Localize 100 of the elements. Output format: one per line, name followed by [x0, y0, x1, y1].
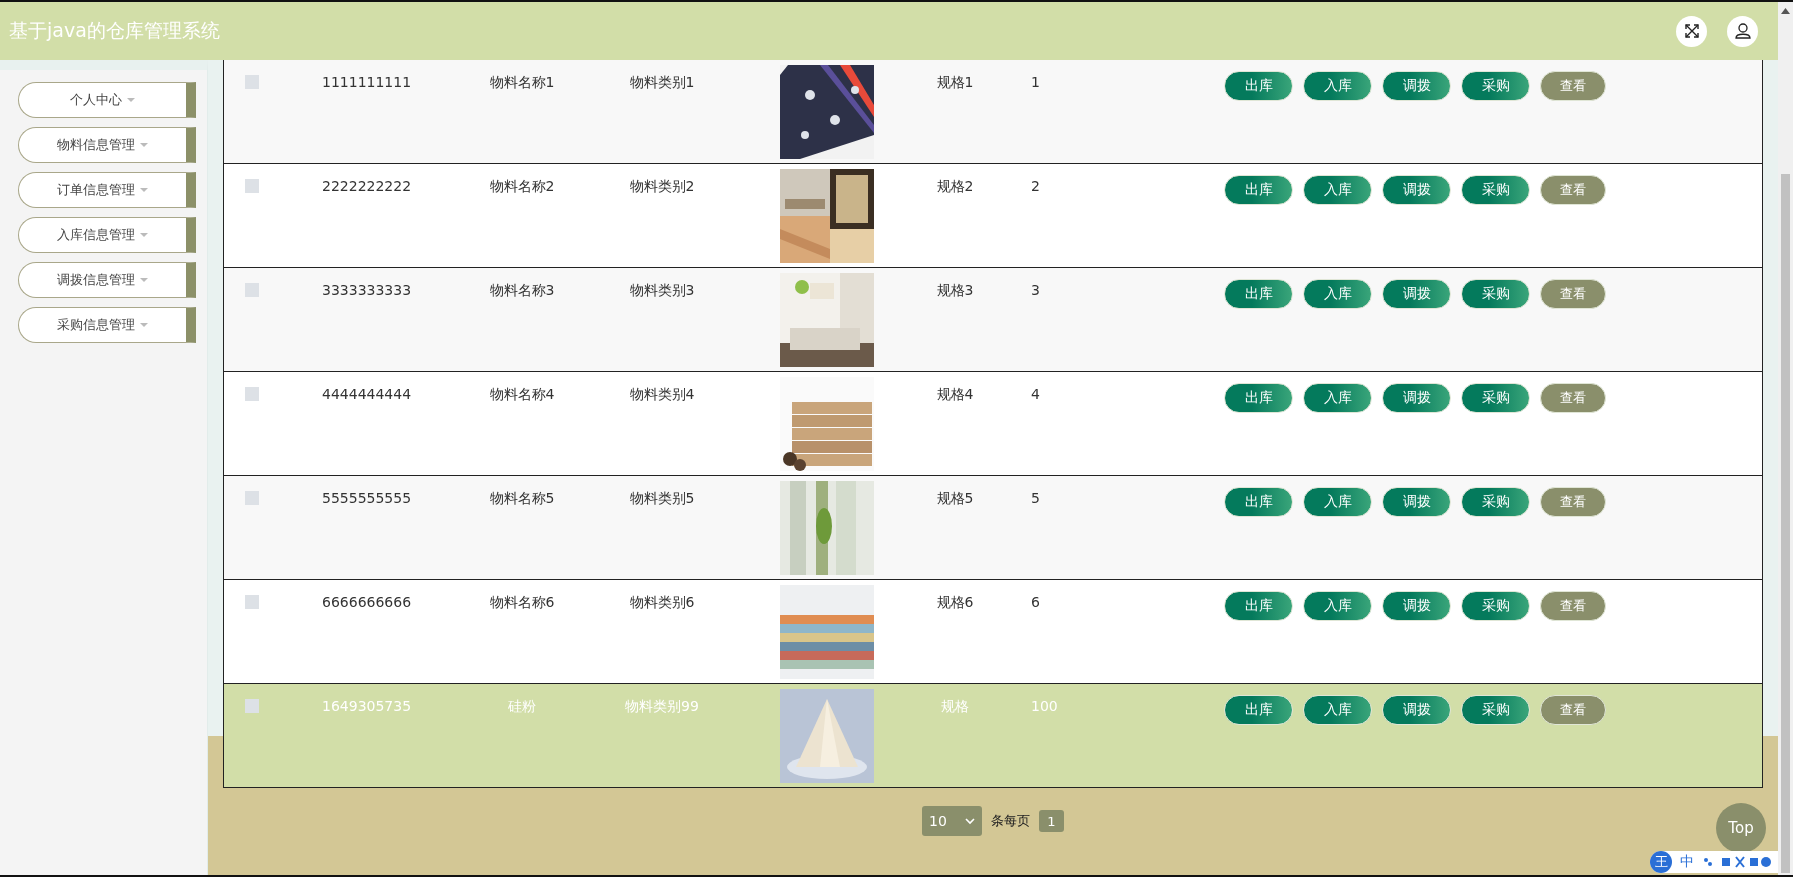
action-button[interactable]: 调拨: [1382, 175, 1451, 205]
sidebar-item[interactable]: 订单信息管理: [18, 172, 196, 208]
action-button[interactable]: 入库: [1303, 175, 1372, 205]
table-cell: 物料类别3: [629, 282, 695, 298]
action-button[interactable]: 入库: [1303, 487, 1372, 517]
action-button[interactable]: 查看: [1540, 175, 1606, 205]
action-button[interactable]: 采购: [1461, 487, 1530, 517]
table-cell: 6: [1031, 594, 1040, 610]
table-cell: 6666666666: [322, 594, 412, 610]
action-button[interactable]: 出库: [1224, 591, 1293, 621]
table-cell: 物料类别5: [629, 490, 695, 506]
row-checkbox[interactable]: [245, 595, 259, 609]
sidebar-item[interactable]: 调拨信息管理: [18, 262, 196, 298]
action-button[interactable]: 查看: [1540, 383, 1606, 413]
table-cell: 物料类别6: [629, 594, 695, 610]
action-button[interactable]: 采购: [1461, 695, 1530, 725]
table-cell: 物料名称5: [489, 490, 555, 506]
action-button[interactable]: 调拨: [1382, 695, 1451, 725]
action-button[interactable]: 出库: [1224, 383, 1293, 413]
table-cell: 规格3: [936, 282, 974, 298]
table-cell: 3333333333: [322, 282, 412, 298]
table-cell: 物料类别1: [629, 74, 695, 90]
table-row[interactable]: 1111111111 物料名称1 物料类别1 规格1 1 出库 入库 调拨 采购 查看: [224, 60, 1762, 163]
table-cell: 物料名称3: [489, 282, 555, 298]
chevron-down-icon: [965, 817, 975, 825]
table-cell: 5555555555: [322, 490, 412, 506]
action-button[interactable]: 调拨: [1382, 71, 1451, 101]
table-cell: 物料名称1: [489, 74, 555, 90]
sidebar-item[interactable]: 采购信息管理: [18, 307, 196, 343]
table-cell: 物料名称4: [489, 386, 555, 402]
row-checkbox[interactable]: [245, 699, 259, 713]
action-button[interactable]: 查看: [1540, 695, 1606, 725]
table-row[interactable]: 2222222222 物料名称2 物料类别2 规格2 2 出库 入库 调拨 采购 查看: [224, 163, 1762, 267]
app-title: 基于java的仓库管理系统: [9, 18, 220, 43]
table-cell: 4444444444: [322, 386, 412, 402]
action-button[interactable]: 入库: [1303, 71, 1372, 101]
page-size-select[interactable]: 10: [922, 806, 982, 836]
user-icon[interactable]: [1727, 15, 1758, 47]
table-cell: 规格5: [936, 490, 974, 506]
action-button[interactable]: 采购: [1461, 279, 1530, 309]
table-cell: 2222222222: [322, 178, 412, 194]
action-button[interactable]: 调拨: [1382, 487, 1451, 517]
table-cell: 规格6: [936, 594, 974, 610]
row-checkbox[interactable]: [245, 387, 259, 401]
action-button[interactable]: 出库: [1224, 695, 1293, 725]
row-checkbox[interactable]: [245, 283, 259, 297]
action-button[interactable]: 调拨: [1382, 279, 1451, 309]
fullscreen-icon[interactable]: [1676, 15, 1707, 47]
action-button[interactable]: 入库: [1303, 383, 1372, 413]
caret-icon: [127, 98, 135, 102]
action-button[interactable]: 采购: [1461, 383, 1530, 413]
action-button[interactable]: 出库: [1224, 487, 1293, 517]
action-button[interactable]: 采购: [1461, 71, 1530, 101]
scrollbar-thumb[interactable]: [1781, 174, 1790, 873]
row-checkbox[interactable]: [245, 491, 259, 505]
table-cell: 规格4: [936, 386, 974, 402]
sidebar-item[interactable]: 入库信息管理: [18, 217, 196, 253]
table-row[interactable]: 1649305735 硅粉 物料类别99 规格 100 出库 入库 调拨 采购 查看: [224, 683, 1762, 787]
action-button[interactable]: 采购: [1461, 591, 1530, 621]
ime-item[interactable]: 王: [1650, 851, 1672, 873]
action-button[interactable]: 查看: [1540, 71, 1606, 101]
action-button[interactable]: 入库: [1303, 591, 1372, 621]
scroll-up-icon[interactable]: [1781, 8, 1790, 14]
table-cell: 规格: [941, 698, 969, 714]
table-row[interactable]: 6666666666 物料名称6 物料类别6 规格6 6 出库 入库 调拨 采购 查看: [224, 579, 1762, 683]
row-checkbox[interactable]: [245, 179, 259, 193]
action-button[interactable]: 入库: [1303, 279, 1372, 309]
action-button[interactable]: 采购: [1461, 175, 1530, 205]
sidebar-item[interactable]: 个人中心: [18, 82, 196, 118]
table-row[interactable]: 4444444444 物料名称4 物料类别4 规格4 4 出库 入库 调拨 采购 查看: [224, 371, 1762, 475]
action-button[interactable]: 调拨: [1382, 591, 1451, 621]
table-cell: 物料名称6: [489, 594, 555, 610]
action-button[interactable]: 调拨: [1382, 383, 1451, 413]
action-button[interactable]: 出库: [1224, 175, 1293, 205]
table-cell: 物料名称2: [489, 178, 555, 194]
table-cell: 5: [1031, 490, 1040, 506]
caret-icon: [140, 188, 148, 192]
page-button[interactable]: 1: [1039, 810, 1064, 832]
action-button[interactable]: 查看: [1540, 279, 1606, 309]
action-button[interactable]: 查看: [1540, 487, 1606, 517]
action-button[interactable]: 查看: [1540, 591, 1606, 621]
action-button[interactable]: 出库: [1224, 71, 1293, 101]
sidebar-item[interactable]: 物料信息管理: [18, 127, 196, 163]
back-to-top-button[interactable]: Top: [1716, 803, 1766, 853]
action-button[interactable]: 出库: [1224, 279, 1293, 309]
caret-icon: [140, 143, 148, 147]
row-checkbox[interactable]: [245, 75, 259, 89]
table-row[interactable]: 5555555555 物料名称5 物料类别5 规格5 5 出库 入库 调拨 采购 查看: [224, 475, 1762, 579]
ime-tools-icon[interactable]: [1702, 855, 1772, 869]
table-cell: 1649305735: [322, 698, 412, 714]
table-row[interactable]: 3333333333 物料名称3 物料类别3 规格3 3 出库 入库 调拨 采购 查看: [224, 267, 1762, 371]
scrollbar[interactable]: [1778, 2, 1793, 875]
table-cell: 规格1: [936, 74, 974, 90]
table-cell: 3: [1031, 282, 1040, 298]
table-cell: 物料类别99: [625, 698, 699, 714]
caret-icon: [140, 323, 148, 327]
ime-item[interactable]: 中: [1680, 853, 1694, 871]
table-cell: 规格2: [936, 178, 974, 194]
caret-icon: [140, 278, 148, 282]
action-button[interactable]: 入库: [1303, 695, 1372, 725]
